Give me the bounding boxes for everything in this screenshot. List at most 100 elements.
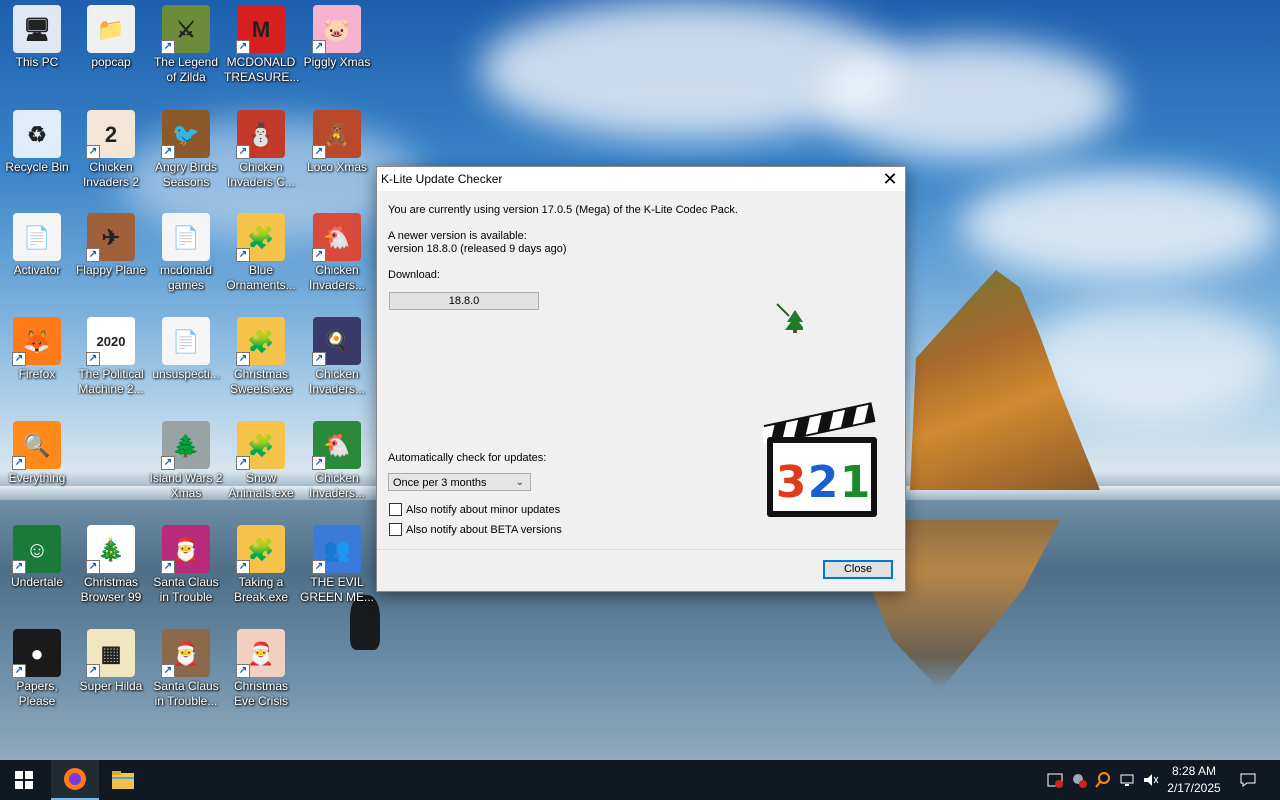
desktop-icon[interactable]: 📄 unsuspecti... <box>149 317 223 382</box>
logo-digit-2: 2 <box>808 457 839 508</box>
download-button[interactable]: 18.8.0 <box>389 292 539 310</box>
dialog-titlebar[interactable]: K-Lite Update Checker ✕ <box>377 167 905 191</box>
klite-logo-icon: 3 2 1 <box>763 402 877 517</box>
app-icon: ⛄ ↗ <box>236 110 285 159</box>
desktop-icon[interactable]: ⚔ ↗ The Legend of Zilda <box>149 5 223 85</box>
desktop-icon[interactable]: 🐦 ↗ Angry Birds Seasons <box>149 110 223 190</box>
logo-digit-1: 1 <box>840 457 871 508</box>
desktop-icon[interactable]: 2020 ↗ The Political Machine 2... <box>74 317 148 397</box>
desktop-icon-label: Recycle Bin <box>5 160 69 174</box>
tray-shield-icon[interactable] <box>1044 760 1066 800</box>
update-frequency-select[interactable]: Once per 3 months ⌄ <box>388 473 531 491</box>
app-symbol: 🍳 <box>323 328 351 354</box>
app-symbol: 🧩 <box>247 328 275 354</box>
taskbar-file-explorer[interactable] <box>99 760 147 800</box>
desktop-icon[interactable]: 🐷 ↗ Piggly Xmas <box>300 5 374 70</box>
desktop-icon-label: THE EVIL GREEN ME... <box>300 575 375 604</box>
desktop-icon-label: unsuspecti... <box>152 367 220 381</box>
app-symbol: 👥 <box>323 536 351 562</box>
shortcut-arrow-icon: ↗ <box>236 664 250 678</box>
newer-version-detail: version 18.8.0 (released 9 days ago) <box>388 243 567 255</box>
close-button[interactable]: Close <box>823 560 893 579</box>
app-icon: 📄 <box>162 317 210 365</box>
beta-versions-checkbox-row[interactable]: Also notify about BETA versions <box>389 523 562 536</box>
taskbar-firefox[interactable] <box>51 760 99 800</box>
shortcut-arrow-icon: ↗ <box>312 560 326 574</box>
desktop-icon[interactable]: 👥 ↗ THE EVIL GREEN ME... <box>300 525 374 605</box>
desktop-icon-label: Flappy Plane <box>75 263 147 277</box>
desktop-icon-label: Chicken Invaders... <box>308 263 366 292</box>
app-symbol: 🌲 <box>172 432 200 458</box>
desktop-icon[interactable]: M ↗ MCDONALD TREASURE... <box>224 5 300 85</box>
desktop-icon[interactable]: ✈ ↗ Flappy Plane <box>74 213 148 278</box>
desktop-icon[interactable]: 2 ↗ Chicken Invaders 2 <box>74 110 148 190</box>
notification-icon[interactable] <box>1234 760 1262 800</box>
tray-network-icon[interactable] <box>1116 760 1138 800</box>
desktop-icon[interactable]: 📄 mcdonald games <box>149 213 223 293</box>
desktop-icon[interactable]: 🔍 ↗ Everything <box>0 421 74 486</box>
desktop-icon[interactable]: 🧸 ↗ Loco Xmas <box>300 110 374 175</box>
desktop-icon[interactable]: ⛄ ↗ Chicken Invaders C... <box>224 110 298 190</box>
minor-updates-checkbox[interactable] <box>389 503 402 516</box>
app-icon: ▦ ↗ <box>86 629 135 678</box>
auto-check-label: Automatically check for updates: <box>388 452 547 464</box>
desktop-icon[interactable]: ☺ ↗ Undertale <box>0 525 74 590</box>
desktop-icon[interactable]: 🎄 ↗ Christmas Browser 99 <box>74 525 148 605</box>
desktop-icon-label: The Political Machine 2... <box>78 367 144 396</box>
app-icon: 🎄 ↗ <box>86 525 135 574</box>
tray-network-alert-icon[interactable] <box>1068 760 1090 800</box>
shortcut-arrow-icon: ↗ <box>86 248 100 262</box>
desktop-icon-label: MCDONALD TREASURE... <box>224 55 300 84</box>
desktop-icon[interactable]: 🧩 ↗ Blue Ornaments... <box>224 213 298 293</box>
desktop-icon[interactable]: 📁 popcap <box>74 5 148 70</box>
app-symbol: 🎄 <box>97 536 125 562</box>
download-label: Download: <box>388 269 440 281</box>
beta-versions-checkbox[interactable] <box>389 523 402 536</box>
app-icon: 🧩 ↗ <box>236 213 285 262</box>
start-button[interactable] <box>0 760 48 800</box>
desktop-icon[interactable]: 🎅 ↗ Santa Claus in Trouble <box>149 525 223 605</box>
tray-search-everything-icon[interactable] <box>1092 760 1114 800</box>
desktop-icon-label: Chicken Invaders... <box>308 367 366 396</box>
app-symbol: 📄 <box>172 224 200 250</box>
shortcut-arrow-icon: ↗ <box>161 40 175 54</box>
windows-logo-icon <box>15 771 33 789</box>
desktop-icon[interactable]: 🎅 ↗ Santa Claus in Trouble... <box>149 629 223 709</box>
clock-date: 2/17/2025 <box>1167 781 1221 795</box>
desktop-icon[interactable]: 🌲 ↗ Island Wars 2 Xmas <box>149 421 223 501</box>
app-icon: 🧩 ↗ <box>236 317 285 366</box>
desktop-icon[interactable]: 🖥 This PC <box>0 5 74 70</box>
app-icon: ⚔ ↗ <box>161 5 210 54</box>
desktop-icon-label: Undertale <box>10 575 64 589</box>
desktop-icon[interactable]: 🧩 ↗ Christmas Sweets.exe <box>224 317 298 397</box>
minor-updates-checkbox-row[interactable]: Also notify about minor updates <box>389 503 560 516</box>
desktop-icon[interactable]: 🎅 ↗ Christmas Eve Crisis <box>224 629 298 709</box>
desktop-icon[interactable]: 🦊 ↗ Firefox <box>0 317 74 382</box>
taskbar-clock[interactable]: 8:28 AM 2/17/2025 <box>1158 763 1230 797</box>
desktop-icon[interactable]: ▦ ↗ Super Hilda <box>74 629 148 694</box>
desktop-icon[interactable]: ● ↗ Papers, Please <box>0 629 74 709</box>
desktop-icon[interactable]: 🧩 ↗ Taking a Break.exe <box>224 525 298 605</box>
desktop-icon[interactable]: 🐔 ↗ Chicken Invaders... <box>300 421 374 501</box>
close-icon[interactable]: ✕ <box>875 167 905 191</box>
app-symbol: 🦊 <box>23 328 51 354</box>
desktop-icon[interactable]: ♻ Recycle Bin <box>0 110 74 175</box>
desktop-icon[interactable]: 🐔 ↗ Chicken Invaders... <box>300 213 374 293</box>
shortcut-arrow-icon: ↗ <box>12 664 26 678</box>
app-symbol: ⛄ <box>247 121 275 147</box>
shortcut-arrow-icon: ↗ <box>86 664 100 678</box>
desktop-icon[interactable]: 🍳 ↗ Chicken Invaders... <box>300 317 374 397</box>
desktop-icon[interactable]: 🧩 ↗ Snow Animals.exe <box>224 421 298 501</box>
app-icon: 🧸 ↗ <box>312 110 361 159</box>
desktop-icon-label: Santa Claus in Trouble... <box>153 679 219 708</box>
desktop-icon[interactable]: 📄 Activator <box>0 213 74 278</box>
shortcut-arrow-icon: ↗ <box>86 560 100 574</box>
shortcut-arrow-icon: ↗ <box>312 352 326 366</box>
app-symbol: 🐷 <box>323 16 351 42</box>
app-symbol: 2020 <box>96 333 126 349</box>
app-icon: 🐦 ↗ <box>161 110 210 159</box>
desktop-icon-label: Angry Birds Seasons <box>154 160 218 189</box>
app-symbol: 🎅 <box>172 640 200 666</box>
desktop-icon-label: Christmas Sweets.exe <box>229 367 293 396</box>
chevron-down-icon: ⌄ <box>515 477 524 488</box>
